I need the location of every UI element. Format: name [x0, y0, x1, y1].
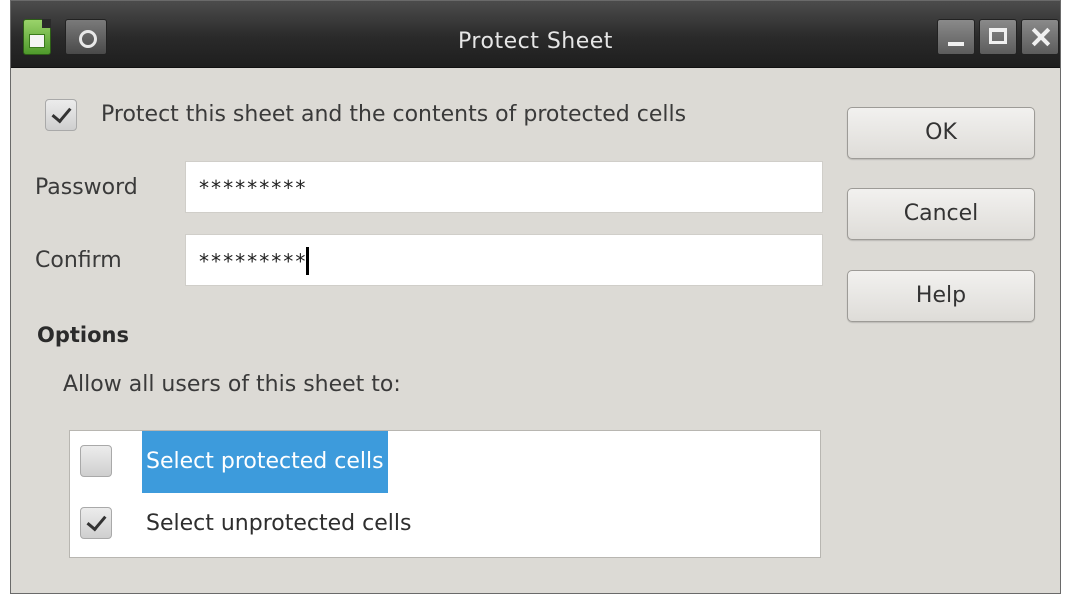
- ok-button[interactable]: OK: [847, 107, 1035, 159]
- cancel-button[interactable]: Cancel: [847, 188, 1035, 240]
- help-button[interactable]: Help: [847, 270, 1035, 322]
- list-item[interactable]: Select unprotected cells: [70, 493, 820, 553]
- protect-sheet-dialog: Protect Sheet Protect this sheet and the…: [10, 0, 1061, 594]
- confirm-label: Confirm: [35, 248, 122, 273]
- options-list[interactable]: Select protected cells Select unprotecte…: [69, 430, 821, 558]
- protect-sheet-checkbox[interactable]: [45, 99, 77, 131]
- password-field[interactable]: *********: [185, 161, 823, 213]
- maximize-button[interactable]: [979, 19, 1017, 55]
- list-item[interactable]: Select protected cells: [70, 431, 820, 493]
- text-cursor: [306, 247, 310, 275]
- allow-users-label: Allow all users of this sheet to:: [63, 372, 401, 397]
- password-label: Password: [35, 175, 138, 200]
- window-title: Protect Sheet: [458, 29, 613, 54]
- options-heading: Options: [37, 323, 129, 347]
- select-unprotected-label[interactable]: Select unprotected cells: [142, 493, 415, 555]
- confirm-value: *********: [198, 249, 307, 274]
- title-bar: Protect Sheet: [11, 1, 1060, 68]
- select-protected-checkbox[interactable]: [80, 445, 112, 477]
- select-protected-label[interactable]: Select protected cells: [142, 431, 388, 493]
- close-button[interactable]: [1021, 19, 1059, 55]
- minimize-button[interactable]: [937, 19, 975, 55]
- protect-sheet-label: Protect this sheet and the contents of p…: [101, 102, 687, 127]
- confirm-field[interactable]: *********: [185, 234, 823, 286]
- password-value: *********: [198, 176, 307, 200]
- select-unprotected-checkbox[interactable]: [80, 507, 112, 539]
